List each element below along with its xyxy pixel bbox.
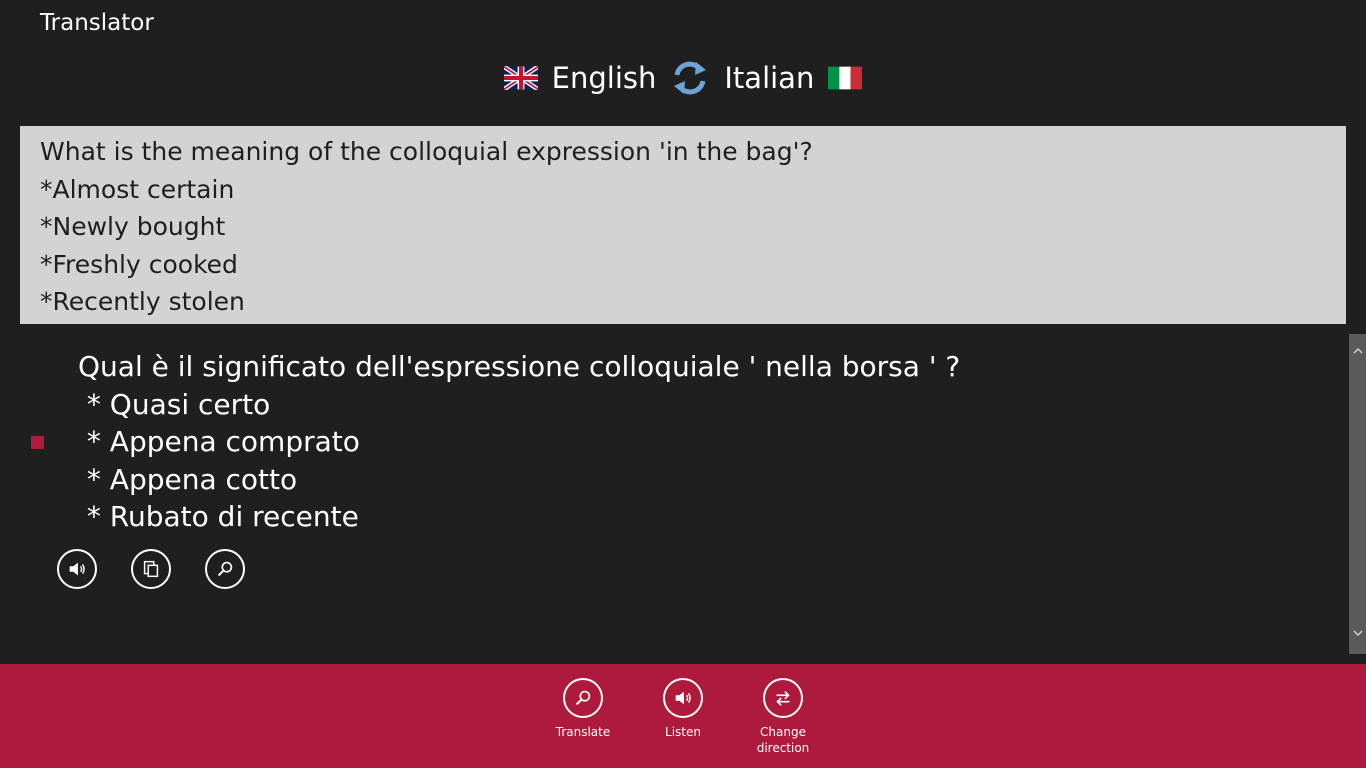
source-language-label[interactable]: English: [552, 61, 657, 95]
search-icon: [575, 690, 591, 706]
search-translation-button[interactable]: [205, 549, 245, 589]
translate-button[interactable]: Translate: [543, 678, 623, 756]
translate-button-label: Translate: [555, 725, 611, 739]
listen-button[interactable]: Listen: [643, 678, 723, 756]
swap-arrows-icon[interactable]: [670, 58, 710, 98]
translation-text: Qual è il significato dell'espressione c…: [78, 348, 960, 536]
scroll-down-icon[interactable]: [1349, 624, 1366, 641]
selection-marker: [31, 436, 44, 449]
source-text-line: *Recently stolen: [40, 287, 245, 316]
change-direction-button-label: Change direction: [756, 725, 810, 755]
translation-line: * Quasi certo: [78, 387, 271, 421]
translation-line: * Appena comprato: [78, 425, 360, 458]
copy-translation-button[interactable]: [131, 549, 171, 589]
language-selector: English Italian: [0, 56, 1366, 100]
listen-translation-button[interactable]: [57, 549, 97, 589]
copy-icon: [143, 560, 159, 578]
source-text-line: *Freshly cooked: [40, 249, 238, 279]
source-text-line: *Newly bought: [40, 212, 226, 241]
translation-actions: [57, 549, 245, 589]
target-language-label[interactable]: Italian: [724, 61, 814, 95]
translation-line: Qual è il significato dell'espressione c…: [78, 350, 961, 383]
translation-line: * Rubato di recente: [78, 500, 359, 533]
italy-flag-icon[interactable]: [828, 66, 863, 90]
app-title: Translator: [40, 10, 154, 36]
app-bar: Translate Listen Change direction: [0, 664, 1366, 768]
uk-flag-icon[interactable]: [502, 64, 539, 92]
speaker-icon: [675, 691, 691, 705]
translation-line: * Appena cotto: [78, 462, 298, 496]
translation-result-panel: Qual è il significato dell'espressione c…: [0, 334, 1349, 654]
scroll-up-icon[interactable]: [1349, 342, 1366, 359]
swap-icon: [776, 690, 790, 706]
listen-button-label: Listen: [665, 725, 701, 739]
source-text-input[interactable]: What is the meaning of the colloquial ex…: [20, 126, 1346, 324]
search-icon: [217, 561, 233, 577]
change-direction-button[interactable]: Change direction: [743, 678, 823, 756]
source-text-line: *Almost certain: [40, 174, 235, 204]
speaker-icon: [69, 562, 85, 576]
source-text-line: What is the meaning of the colloquial ex…: [40, 137, 813, 166]
translation-scrollbar[interactable]: [1349, 334, 1366, 654]
